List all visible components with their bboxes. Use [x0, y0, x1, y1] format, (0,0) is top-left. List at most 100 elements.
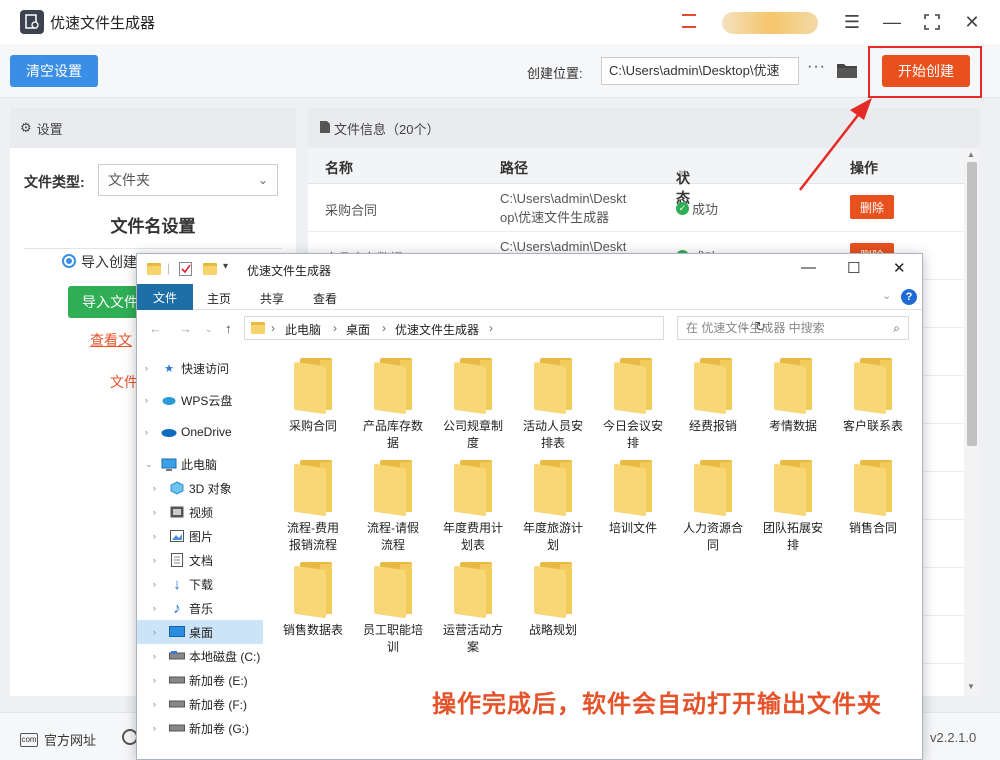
minimize-icon[interactable]: — [880, 10, 904, 34]
properties-icon[interactable] [179, 262, 192, 276]
nav-item-music[interactable]: › ♪ 音乐 [137, 596, 263, 620]
folder-icon [694, 460, 732, 517]
folder-item[interactable]: 年度旅游计划 [515, 460, 591, 554]
folder-item[interactable]: 公司规章制度 [435, 358, 511, 452]
folder-item[interactable]: 客户联系表 [835, 358, 911, 435]
address-input[interactable]: › 此电脑 › 桌面 › 优速文件生成器 › ⌄ ↻ [244, 316, 766, 340]
folder-item[interactable]: 人力资源合同 [675, 460, 751, 554]
nav-label: 快速访问 [181, 361, 230, 376]
chevron-right-icon: › [153, 699, 156, 709]
close-icon[interactable]: ✕ [960, 10, 984, 34]
folder-label: 度 [466, 436, 479, 450]
delete-button[interactable]: 删除 [850, 195, 894, 219]
nav-item-desktop[interactable]: › 桌面 [137, 620, 263, 644]
breadcrumb-this-pc[interactable]: 此电脑 [285, 321, 321, 338]
maximize-icon[interactable]: ☐ [847, 259, 860, 277]
nav-item-pictures[interactable]: › 图片 [137, 524, 263, 548]
chevron-right-icon: › [271, 321, 275, 335]
nav-item-wps-cloud[interactable]: › WPS云盘 [137, 388, 263, 412]
file-type-select[interactable]: 文件夹 ⌄ [98, 164, 278, 196]
nav-item-3d-objects[interactable]: › 3D 对象 [137, 476, 263, 500]
view-link[interactable]: 查看文 [90, 330, 132, 350]
nav-item-downloads[interactable]: › ↓ 下载 [137, 572, 263, 596]
scroll-thumb[interactable] [967, 162, 977, 446]
file-info-title: 文件信息（20个） [334, 121, 440, 137]
browse-folder-icon[interactable] [836, 61, 858, 82]
nav-item-onedrive[interactable]: › OneDrive [137, 420, 263, 444]
nav-item-volume-g[interactable]: › 新加卷 (G:) [137, 716, 263, 740]
chevron-right-icon: › [153, 675, 156, 685]
tab-file[interactable]: 文件 [137, 284, 193, 310]
folder-item[interactable]: 年度费用计 划表 [435, 460, 511, 554]
nav-item-volume-e[interactable]: › 新加卷 (E:) [137, 668, 263, 692]
up-icon[interactable]: ↑ [225, 321, 232, 336]
chevron-right-icon: › [145, 427, 148, 437]
nav-item-this-pc[interactable]: ⌄ 此电脑 [137, 452, 263, 476]
clear-settings-button[interactable]: 清空设置 [10, 55, 98, 87]
folder-item[interactable]: 活动人员安 排表 [515, 358, 591, 452]
menu-icon[interactable]: ☰ [840, 10, 864, 34]
vip-badge[interactable] [722, 12, 818, 34]
import-create-radio[interactable] [62, 254, 76, 268]
tab-view[interactable]: 查看 [313, 290, 337, 307]
folder-item[interactable]: 经费报销 [675, 358, 751, 435]
folder-label: 排表 [540, 436, 565, 450]
folder-item[interactable]: 销售数据表 [275, 562, 351, 639]
expand-ribbon-icon[interactable]: ⌄ [882, 289, 891, 302]
table-scrollbar[interactable]: ▲ ▼ [964, 148, 980, 696]
nav-item-local-disk-c[interactable]: › 本地磁盘 (C:) [137, 644, 263, 668]
chevron-right-icon: › [153, 531, 156, 541]
scroll-down-icon[interactable]: ▼ [967, 682, 975, 691]
settings-header-label: 设置 [36, 121, 63, 137]
folder-item[interactable]: 流程-请假 流程 [355, 460, 431, 554]
filter-icon[interactable]: ▼ [676, 168, 687, 180]
folder-icon [454, 358, 492, 415]
folder-item[interactable]: 战略规划 [515, 562, 591, 639]
nav-label: OneDrive [181, 425, 232, 439]
nav-label: 新加卷 (F:) [189, 697, 247, 712]
folder-item[interactable]: 运营活动方案 [435, 562, 511, 656]
chevron-right-icon: › [153, 603, 156, 613]
nav-label: 下载 [189, 577, 214, 592]
official-site-link[interactable]: com 官方网址 [20, 730, 96, 749]
nav-item-documents[interactable]: › 文档 [137, 548, 263, 572]
music-icon: ♪ [173, 599, 181, 617]
row-name: 采购合同 [325, 203, 378, 218]
forward-icon[interactable]: → [179, 321, 192, 336]
tab-share[interactable]: 共享 [260, 290, 284, 307]
folder-item[interactable]: 考情数据 [755, 358, 831, 435]
folder-item[interactable]: 团队拓展安排 [755, 460, 831, 554]
recent-dropdown-icon[interactable]: ⌄ [205, 324, 213, 335]
breadcrumb-desktop[interactable]: 桌面 [346, 321, 370, 338]
filename-settings-title: 文件名设置 [110, 217, 196, 236]
folder-item[interactable]: 产品库存数据 [355, 358, 431, 452]
folder-item[interactable]: 采购合同 [275, 358, 351, 435]
folder-label: 培训文件 [608, 521, 657, 535]
folder-item[interactable]: 销售合同 [835, 460, 911, 537]
drive-icon [169, 673, 185, 687]
nav-item-quick-access[interactable]: › ★ 快速访问 [137, 356, 263, 380]
document-icon [320, 120, 330, 136]
maximize-icon[interactable] [920, 10, 944, 34]
search-input[interactable]: 在 优速文件生成器 中搜索 ⌕ [677, 316, 909, 340]
nav-item-volume-f[interactable]: › 新加卷 (F:) [137, 692, 263, 716]
minimize-icon[interactable]: — [801, 259, 816, 276]
table-row[interactable]: 采购合同 C:\Users\admin\Deskt op\优速文件生成器 ✓ 成功… [308, 184, 964, 232]
breadcrumb-folder[interactable]: 优速文件生成器 [395, 321, 479, 338]
start-create-button[interactable]: 开始创建 [882, 55, 970, 87]
folder-item[interactable]: 员工职能培训 [355, 562, 431, 656]
back-icon[interactable]: ← [149, 321, 162, 336]
folder-item[interactable]: 流程-费用 报销流程 [275, 460, 351, 554]
folder-item[interactable]: 培训文件 [595, 460, 671, 537]
more-button[interactable]: ··· [807, 58, 826, 76]
scroll-up-icon[interactable]: ▲ [967, 150, 975, 159]
help-icon[interactable]: ? [901, 289, 917, 305]
new-folder-icon[interactable] [203, 263, 217, 275]
nav-item-videos[interactable]: › 视频 [137, 500, 263, 524]
tab-home[interactable]: 主页 [207, 290, 231, 307]
gift-icon[interactable] [682, 14, 696, 28]
close-icon[interactable]: ✕ [893, 259, 906, 277]
location-input[interactable]: C:\Users\admin\Desktop\优速 [601, 57, 799, 85]
quick-access-dropdown-icon[interactable]: ▾ [223, 261, 228, 272]
folder-item[interactable]: 今日会议安排 [595, 358, 671, 452]
